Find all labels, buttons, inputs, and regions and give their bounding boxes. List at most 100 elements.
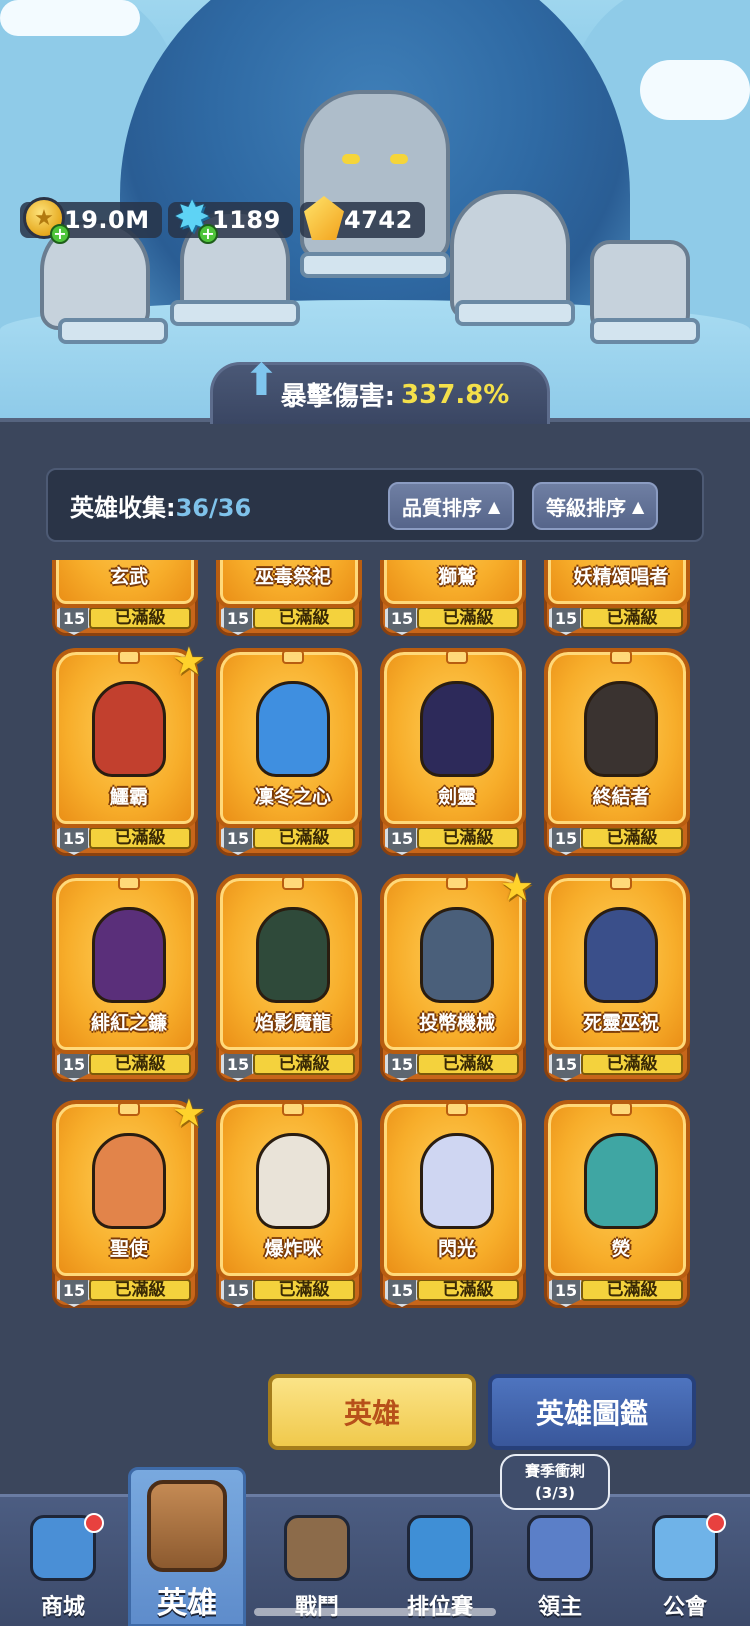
hero-portrait-frame: 死靈巫祝: [544, 874, 690, 1054]
notification-dot-icon: [706, 1513, 726, 1533]
tooltip-title: 賽季衝刺: [524, 1462, 585, 1480]
collection-bar: 英雄收集:36/36 品質排序 ▲ 等級排序 ▲: [46, 468, 704, 542]
hero-portrait-frame: 爆炸咪: [216, 1100, 362, 1280]
hero-codex-button[interactable]: 英雄圖鑑: [488, 1374, 696, 1450]
hero-portrait-frame: 緋紅之鐮: [52, 874, 198, 1054]
frame-gem-icon: [610, 650, 632, 664]
max-level-label: 已滿級: [253, 607, 355, 629]
hero-card[interactable]: 15 已滿級 凜冬之心: [216, 648, 362, 856]
hero-portrait: [84, 674, 174, 784]
hero-card[interactable]: 15 已滿級 獅鷲: [380, 560, 526, 636]
hero-card-icon: [147, 1480, 227, 1572]
hero-card[interactable]: 15 已滿級 聖使 ★: [52, 1094, 206, 1308]
blue-star-icon: ✸ +: [168, 194, 218, 244]
hero-grid: 15 已滿級 玄武 15 已滿級 巫毒祭祀 15 已滿級 獅鷲 15 已滿級 妖精頌唱者 15 已滿級 鱷霸…: [0, 560, 750, 1320]
hero-portrait: [248, 674, 338, 784]
hero-card[interactable]: 15 已滿級 焰影魔龍: [216, 874, 362, 1082]
sort-quality-button[interactable]: 品質排序 ▲: [388, 482, 515, 530]
hero-portrait: [248, 900, 338, 1010]
hero-card[interactable]: 15 已滿級 爆炸咪: [216, 1100, 362, 1308]
nav-item[interactable]: 領主: [505, 1507, 615, 1626]
hero-portrait: [576, 1126, 666, 1236]
favorite-star-icon: ★: [171, 1091, 206, 1135]
hero-name: 閃光: [437, 1238, 476, 1260]
crit-damage-value: 337.8%: [401, 379, 510, 410]
arrow-up-icon: ⬆: [243, 355, 280, 406]
nav-label: 領主: [537, 1595, 582, 1620]
crystal-icon: [300, 194, 348, 242]
sort-level-label: 等級排序: [546, 495, 626, 520]
hero-name: 聖使: [109, 1238, 148, 1260]
hero-portrait: [248, 1126, 338, 1236]
hero-card[interactable]: 15 已滿級 終結者: [544, 648, 690, 856]
hero-portrait: [84, 900, 174, 1010]
max-level-label: 已滿級: [253, 1279, 355, 1301]
hero-name: 劍靈: [437, 786, 476, 808]
hero-name: 死靈巫祝: [582, 1012, 659, 1034]
hero-name: 投幣機械: [418, 1012, 495, 1034]
statue-pedestal: [170, 300, 300, 326]
gold-currency[interactable]: ★ + 19.0M: [20, 197, 162, 244]
max-level-label: 已滿級: [253, 827, 355, 849]
hero-card[interactable]: 15 已滿級 緋紅之鐮: [52, 874, 198, 1082]
crit-damage-banner: ⬆ 暴擊傷害: 337.8%: [210, 355, 550, 424]
star-currency[interactable]: ✸ + 1189: [168, 196, 293, 244]
hero-name: 焰影魔龍: [254, 1012, 331, 1034]
hero-card[interactable]: 15 已滿級 劍靈: [380, 648, 526, 856]
hero-card[interactable]: 15 已滿級 閃光: [380, 1100, 526, 1308]
hero-card[interactable]: 15 已滿級 投幣機械 ★: [380, 868, 534, 1082]
season-sprint-tooltip[interactable]: 賽季衝刺 (3/3): [500, 1454, 610, 1510]
favorite-star-icon: ★: [171, 639, 206, 683]
nav-item[interactable]: 公會: [630, 1507, 740, 1626]
lord-banner-icon: [527, 1515, 593, 1581]
sort-quality-label: 品質排序: [402, 495, 482, 520]
hero-card[interactable]: 15 已滿級 鱷霸 ★: [52, 642, 206, 856]
max-level-label: 已滿級: [417, 827, 519, 849]
collection-title: 英雄收集:36/36: [70, 488, 251, 523]
crit-damage-label: 暴擊傷害:: [280, 382, 396, 412]
crystal-currency[interactable]: 4742: [300, 196, 425, 240]
frame-gem-icon: [118, 1102, 140, 1116]
hero-portrait: [576, 674, 666, 784]
frame-gem-icon: [118, 876, 140, 890]
statue-pedestal: [300, 252, 450, 278]
hero-name: 獅鷲: [437, 566, 476, 588]
hero-card[interactable]: 15 已滿級 妖精頌唱者: [544, 560, 690, 636]
nav-label: 排位賽: [407, 1589, 473, 1621]
nav-item[interactable]: 英雄: [128, 1467, 246, 1626]
hero-name: 緋紅之鐮: [90, 1012, 167, 1034]
hero-card[interactable]: 15 已滿級 巫毒祭祀: [216, 560, 362, 636]
notification-dot-icon: [84, 1513, 104, 1533]
hero-portrait-frame: 焰影魔龍: [216, 874, 362, 1054]
frame-gem-icon: [610, 1102, 632, 1116]
hero-portrait: [412, 674, 502, 784]
collection-count: 36/36: [175, 494, 252, 522]
hero-card[interactable]: 15 已滿級 玄武: [52, 560, 198, 636]
home-indicator: [254, 1608, 496, 1616]
max-level-label: 已滿級: [89, 1053, 191, 1075]
ranked-icon: [407, 1515, 473, 1581]
frame-gem-icon: [282, 1102, 304, 1116]
nav-label: 英雄: [157, 1586, 217, 1621]
frame-gem-icon: [282, 876, 304, 890]
hero-card[interactable]: 15 已滿級熒: [544, 1100, 690, 1308]
favorite-star-icon: ★: [499, 865, 534, 909]
sort-level-button[interactable]: 等級排序 ▲: [532, 482, 659, 530]
tooltip-progress: (3/3): [534, 1484, 576, 1502]
max-level-label: 已滿級: [581, 1053, 683, 1075]
frame-gem-icon: [446, 876, 468, 890]
hero-portrait-frame: 凜冬之心: [216, 648, 362, 828]
hero-card[interactable]: 15 已滿級 死靈巫祝: [544, 874, 690, 1082]
hero-portrait: [84, 1126, 174, 1236]
nav-item[interactable]: 商城: [8, 1507, 118, 1626]
hero-portrait-frame: 巫毒祭祀: [216, 560, 362, 608]
max-level-label: 已滿級: [253, 1053, 355, 1075]
hero-name: 爆炸咪: [264, 1238, 322, 1260]
hero-portrait: [412, 900, 502, 1010]
hero-tab-button[interactable]: 英雄: [268, 1374, 476, 1450]
collection-label: 英雄收集:: [70, 494, 176, 522]
hero-portrait-frame: 熒: [544, 1100, 690, 1280]
max-level-label: 已滿級: [581, 607, 683, 629]
snow-cap: [0, 0, 140, 36]
hero-name: 玄武: [109, 566, 148, 588]
